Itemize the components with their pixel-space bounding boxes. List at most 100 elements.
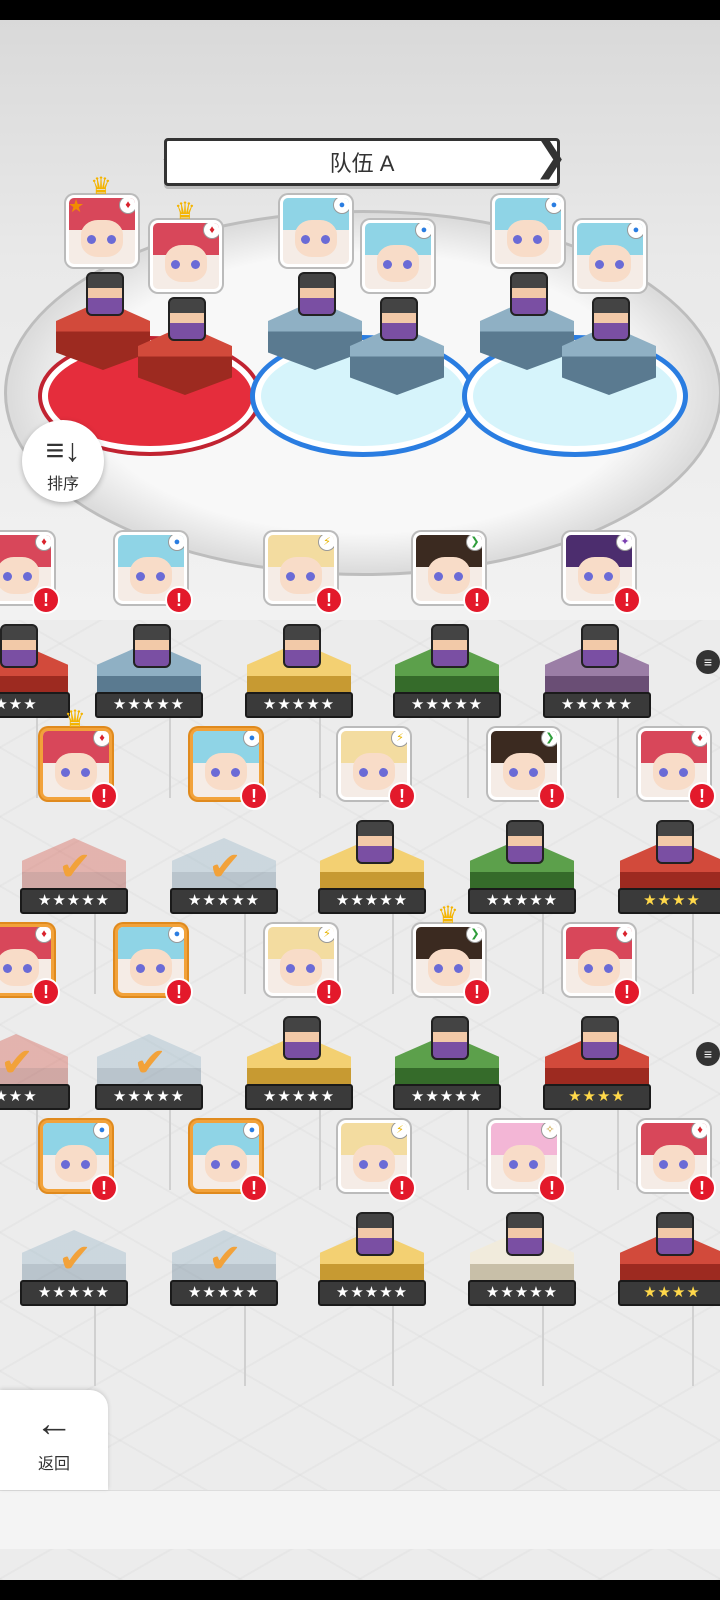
side-chip[interactable]: ≡ bbox=[696, 1042, 720, 1066]
light-element-icon: ✧ bbox=[541, 1123, 557, 1139]
team-slot-portrait[interactable]: ● bbox=[280, 195, 352, 267]
character-sprite bbox=[168, 297, 206, 341]
star-rating: ★★★★★ bbox=[468, 888, 576, 914]
blue-element-icon: ● bbox=[333, 198, 349, 214]
floor-line bbox=[467, 718, 469, 798]
yellow-element-icon: ⚡ bbox=[391, 1123, 407, 1139]
alert-icon: ! bbox=[613, 586, 641, 614]
star-rating: ★★★★★ bbox=[170, 888, 278, 914]
floor-line bbox=[169, 1110, 171, 1190]
yellow-element-icon: ⚡ bbox=[318, 927, 334, 943]
floor-line bbox=[692, 1306, 694, 1386]
team-title[interactable]: 队伍 A bbox=[164, 138, 560, 186]
blue-element-icon: ● bbox=[415, 223, 431, 239]
purple-element-icon: ✦ bbox=[616, 535, 632, 551]
character-sprite bbox=[133, 624, 171, 668]
back-button[interactable]: ← 返回 bbox=[0, 1390, 108, 1490]
star-rating: ★★★★ bbox=[618, 1280, 720, 1306]
alert-icon: ! bbox=[32, 978, 60, 1006]
star-rating: ★★★★ bbox=[543, 1084, 651, 1110]
alert-icon: ! bbox=[388, 1174, 416, 1202]
alert-icon: ! bbox=[463, 978, 491, 1006]
character-sprite bbox=[380, 297, 418, 341]
star-rating: ★★★★★ bbox=[393, 692, 501, 718]
alert-icon: ! bbox=[688, 1174, 716, 1202]
team-slot-portrait[interactable]: ♦ bbox=[150, 220, 222, 292]
alert-icon: ! bbox=[613, 978, 641, 1006]
character-sprite bbox=[592, 297, 630, 341]
floor-line bbox=[319, 1110, 321, 1190]
sort-button[interactable]: ≡↓ 排序 bbox=[22, 420, 104, 502]
floor-line bbox=[542, 1306, 544, 1386]
alert-icon: ! bbox=[538, 782, 566, 810]
alert-icon: ! bbox=[688, 782, 716, 810]
alert-icon: ! bbox=[388, 782, 416, 810]
alert-icon: ! bbox=[463, 586, 491, 614]
character-sprite bbox=[656, 1212, 694, 1256]
floor-line bbox=[392, 1306, 394, 1386]
alert-icon: ! bbox=[240, 782, 268, 810]
star-rating: ★★★★★ bbox=[245, 692, 353, 718]
crown-icon: ♛ bbox=[437, 902, 459, 929]
alert-icon: ! bbox=[165, 978, 193, 1006]
yellow-element-icon: ⚡ bbox=[318, 535, 334, 551]
floor-line bbox=[36, 718, 38, 798]
team-slot-portrait[interactable]: ● bbox=[362, 220, 434, 292]
floor-line bbox=[617, 718, 619, 798]
crown-icon: ♛ bbox=[64, 706, 86, 733]
star-rating: ★★★★★ bbox=[543, 692, 651, 718]
team-slot-portrait[interactable]: ● bbox=[574, 220, 646, 292]
crown-icon: ♛ bbox=[90, 173, 112, 200]
character-sprite bbox=[86, 272, 124, 316]
checkmark-icon: ✔ bbox=[0, 1041, 34, 1085]
red-element-icon: ♦ bbox=[616, 927, 632, 943]
floor-line bbox=[319, 718, 321, 798]
red-element-icon: ♦ bbox=[35, 927, 51, 943]
star-rating: ★★★★★ bbox=[393, 1084, 501, 1110]
blue-element-icon: ● bbox=[545, 198, 561, 214]
star-rating: ★★★★★ bbox=[95, 1084, 203, 1110]
checkmark-icon: ✔ bbox=[58, 1237, 92, 1281]
character-sprite bbox=[283, 1016, 321, 1060]
checkmark-icon: ✔ bbox=[133, 1041, 167, 1085]
alert-icon: ! bbox=[90, 1174, 118, 1202]
character-sprite bbox=[298, 272, 336, 316]
star-rating: ★★★★★ bbox=[318, 1280, 426, 1306]
side-chip[interactable]: ≡ bbox=[696, 650, 720, 674]
team-slot-portrait[interactable]: ● bbox=[492, 195, 564, 267]
green-element-icon: ❯ bbox=[466, 535, 482, 551]
green-element-icon: ❯ bbox=[541, 731, 557, 747]
blue-element-icon: ● bbox=[168, 535, 184, 551]
character-sprite bbox=[356, 1212, 394, 1256]
red-element-icon: ♦ bbox=[93, 731, 109, 747]
character-sprite bbox=[506, 1212, 544, 1256]
game-screen: ❮ 队伍 A ❯ ♦♛★♦♛●●●● ≡↓ 排序 ★★★♦!★★★★★●!★★★… bbox=[0, 20, 720, 1580]
floor-line bbox=[467, 1110, 469, 1190]
red-element-icon: ♦ bbox=[203, 223, 219, 239]
character-sprite bbox=[581, 1016, 619, 1060]
floor-line bbox=[617, 1110, 619, 1190]
character-sprite bbox=[283, 624, 321, 668]
floor-line bbox=[94, 914, 96, 994]
character-sprite bbox=[0, 624, 38, 668]
character-sprite bbox=[506, 820, 544, 864]
star-rating: ★★★★ bbox=[618, 888, 720, 914]
next-team-arrow[interactable]: ❯ bbox=[534, 134, 568, 182]
floor-line bbox=[36, 1110, 38, 1190]
alert-icon: ! bbox=[315, 978, 343, 1006]
checkmark-icon: ✔ bbox=[58, 845, 92, 889]
character-sprite bbox=[510, 272, 548, 316]
alert-icon: ! bbox=[240, 1174, 268, 1202]
floor-line bbox=[692, 914, 694, 994]
character-sprite bbox=[356, 820, 394, 864]
star-rating: ★★★★★ bbox=[245, 1084, 353, 1110]
star-rating: ★★★★★ bbox=[468, 1280, 576, 1306]
star-rating: ★★★★★ bbox=[318, 888, 426, 914]
yellow-element-icon: ⚡ bbox=[391, 731, 407, 747]
checkmark-icon: ✔ bbox=[208, 1237, 242, 1281]
alert-icon: ! bbox=[538, 1174, 566, 1202]
floor-line bbox=[244, 914, 246, 994]
arrow-left-icon: ← bbox=[35, 1403, 73, 1445]
star-rating: ★★★★★ bbox=[170, 1280, 278, 1306]
star-rating: ★★★★★ bbox=[95, 692, 203, 718]
